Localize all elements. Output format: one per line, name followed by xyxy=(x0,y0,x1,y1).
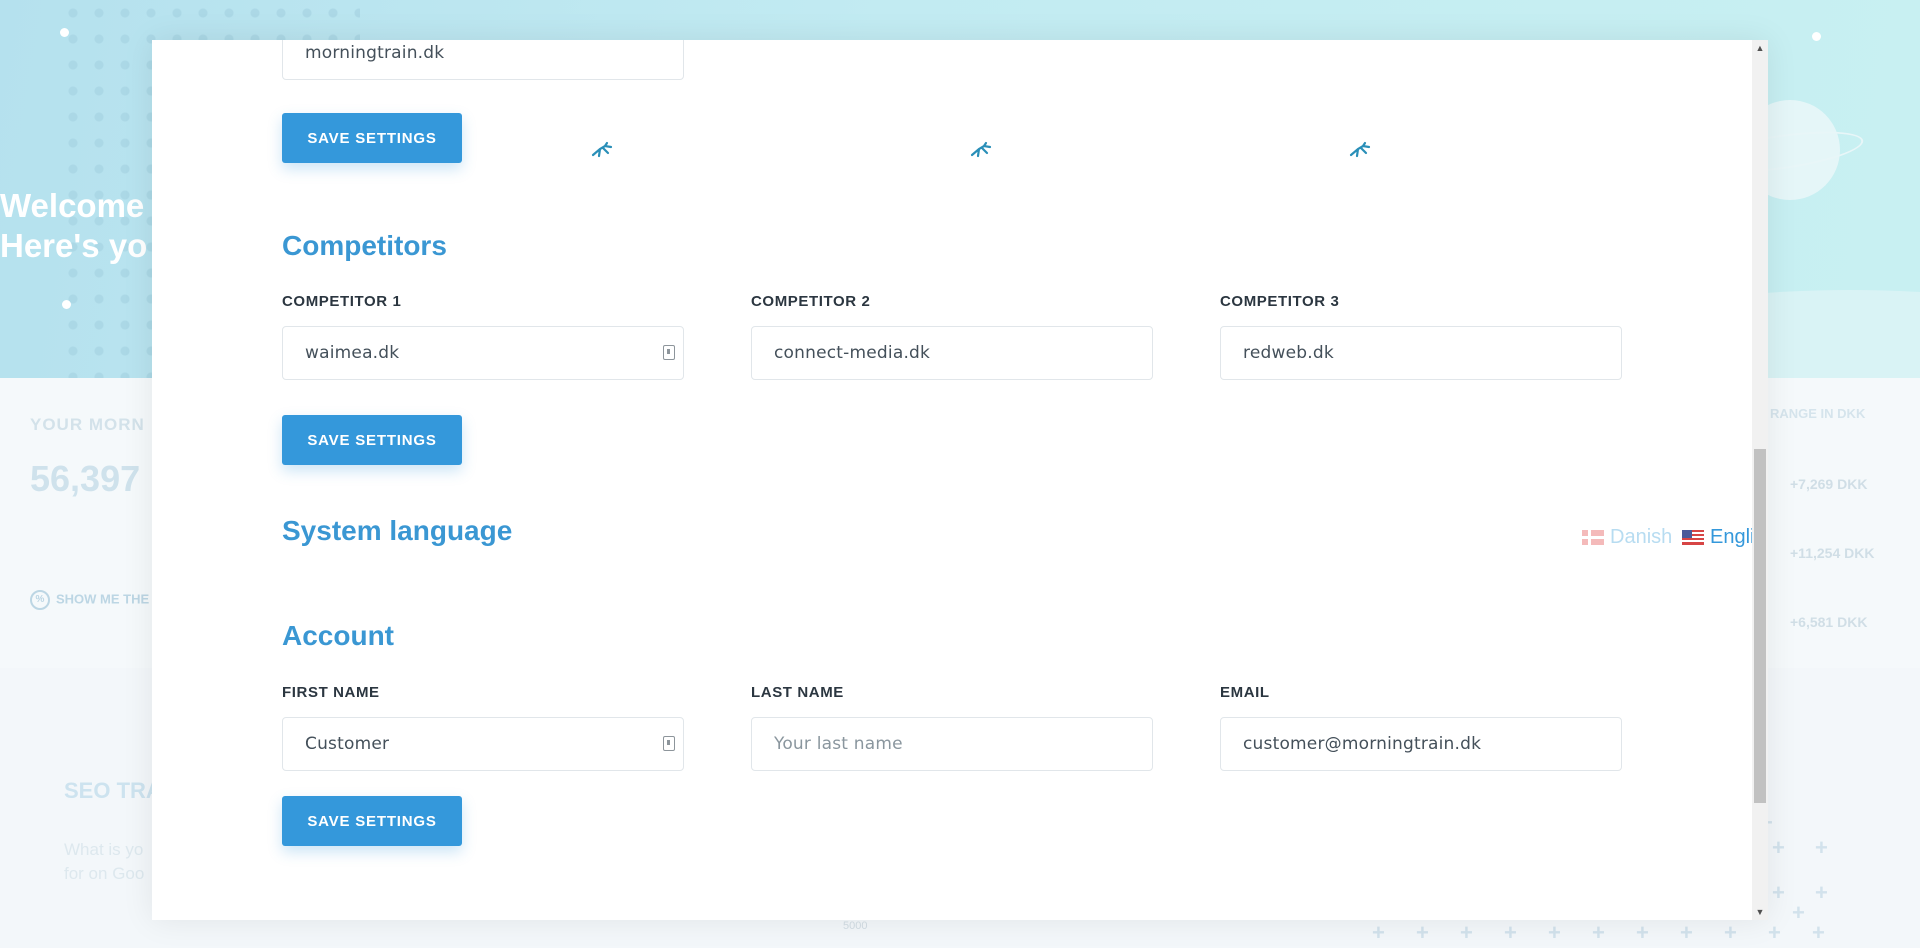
welcome-line-2: Here's yo xyxy=(0,227,148,264)
email-label: EMAIL xyxy=(1220,684,1270,701)
range-value: +7,269 DKK xyxy=(1790,476,1868,492)
loading-runner-icon xyxy=(591,141,613,158)
competitor-2-label: COMPETITOR 2 xyxy=(751,293,871,310)
plus-icon: + xyxy=(1724,920,1737,945)
range-heading: RANGE IN DKK xyxy=(1770,406,1866,421)
show-me-link: % SHOW ME THE xyxy=(30,590,149,610)
range-value: +11,254 DKK xyxy=(1790,545,1875,561)
seo-title: SEO TRA xyxy=(64,778,162,803)
competitor-1-value: waimea.dk xyxy=(305,343,400,363)
language-option-danish[interactable]: Danish xyxy=(1582,526,1672,549)
plus-icon: + xyxy=(1548,920,1561,945)
stat-value: 56,397 xyxy=(30,458,141,499)
plus-icon: + xyxy=(1812,920,1825,945)
competitor-3-input[interactable]: redweb.dk xyxy=(1220,326,1622,380)
last-name-placeholder: Your last name xyxy=(774,734,903,754)
first-name-input[interactable]: Customer xyxy=(282,717,684,771)
last-name-label: LAST NAME xyxy=(751,684,844,701)
plus-icon: + xyxy=(1416,920,1429,945)
decorative-dot xyxy=(62,300,71,309)
plus-icon: + xyxy=(1460,920,1473,945)
email-input[interactable]: customer@morningtrain.dk xyxy=(1220,717,1622,771)
plus-icon: + xyxy=(1680,920,1693,945)
loading-runner-icon xyxy=(970,141,992,158)
domain-input[interactable]: morningtrain.dk xyxy=(282,40,684,80)
show-me-label: SHOW ME THE xyxy=(56,591,150,607)
plus-icon: + xyxy=(1372,920,1385,945)
plus-icon: + xyxy=(1815,880,1828,905)
domain-input-value: morningtrain.dk xyxy=(305,43,445,63)
danish-label: Danish xyxy=(1610,526,1673,548)
autofill-icon[interactable] xyxy=(663,345,675,360)
plus-icon: + xyxy=(1772,880,1785,905)
welcome-heading: Welcome Here's yo xyxy=(0,186,147,266)
plus-icon: + xyxy=(1815,835,1828,860)
chart-axis-tick: 5000 xyxy=(843,920,868,932)
competitor-3-label: COMPETITOR 3 xyxy=(1220,293,1340,310)
plus-icon: + xyxy=(1504,920,1517,945)
plus-icon: + xyxy=(1792,900,1805,925)
plus-icon: + xyxy=(1768,920,1781,945)
seo-text: What is yo for on Goo xyxy=(64,838,144,886)
competitor-1-input[interactable]: waimea.dk xyxy=(282,326,684,380)
email-value: customer@morningtrain.dk xyxy=(1243,734,1482,754)
first-name-label: FIRST NAME xyxy=(282,684,380,701)
triangle-up-icon[interactable]: ▲ xyxy=(1752,40,1768,56)
triangle-down-icon[interactable]: ▼ xyxy=(1752,904,1768,920)
account-title: Account xyxy=(282,620,394,651)
save-competitors-button[interactable]: SAVE SETTINGS xyxy=(282,415,462,465)
settings-modal: morningtrain.dk SAVE SETTINGS Competitor… xyxy=(152,40,1768,920)
competitor-1-label: COMPETITOR 1 xyxy=(282,293,402,310)
competitor-3-value: redweb.dk xyxy=(1243,343,1334,363)
scrollbar-thumb[interactable] xyxy=(1754,449,1766,803)
plus-icon: + xyxy=(1592,920,1605,945)
plus-icon: + xyxy=(1772,835,1785,860)
autofill-icon[interactable] xyxy=(663,736,675,751)
danish-flag-icon xyxy=(1582,530,1604,545)
save-settings-button[interactable]: SAVE SETTINGS xyxy=(282,113,462,163)
range-value: +6,581 DKK xyxy=(1790,614,1868,630)
welcome-line-1: Welcome xyxy=(0,187,145,224)
us-flag-icon xyxy=(1682,530,1704,545)
decorative-dot xyxy=(1812,32,1821,41)
seo-text-line: for on Goo xyxy=(64,864,145,883)
plus-icon: + xyxy=(1636,920,1649,945)
last-name-input[interactable]: Your last name xyxy=(751,717,1153,771)
competitor-2-value: connect-media.dk xyxy=(774,343,931,363)
decorative-dot xyxy=(60,28,69,37)
stat-label: YOUR MORN xyxy=(30,415,145,434)
competitor-2-input[interactable]: connect-media.dk xyxy=(751,326,1153,380)
competitors-title: Competitors xyxy=(282,230,447,261)
save-account-button[interactable]: SAVE SETTINGS xyxy=(282,796,462,846)
loading-runner-icon xyxy=(1349,141,1371,158)
system-language-title: System language xyxy=(282,515,513,546)
first-name-value: Customer xyxy=(305,734,390,754)
percent-icon: % xyxy=(30,590,50,610)
seo-text-line: What is yo xyxy=(64,840,144,859)
modal-scrollbar[interactable]: ▲ ▼ xyxy=(1752,40,1768,920)
